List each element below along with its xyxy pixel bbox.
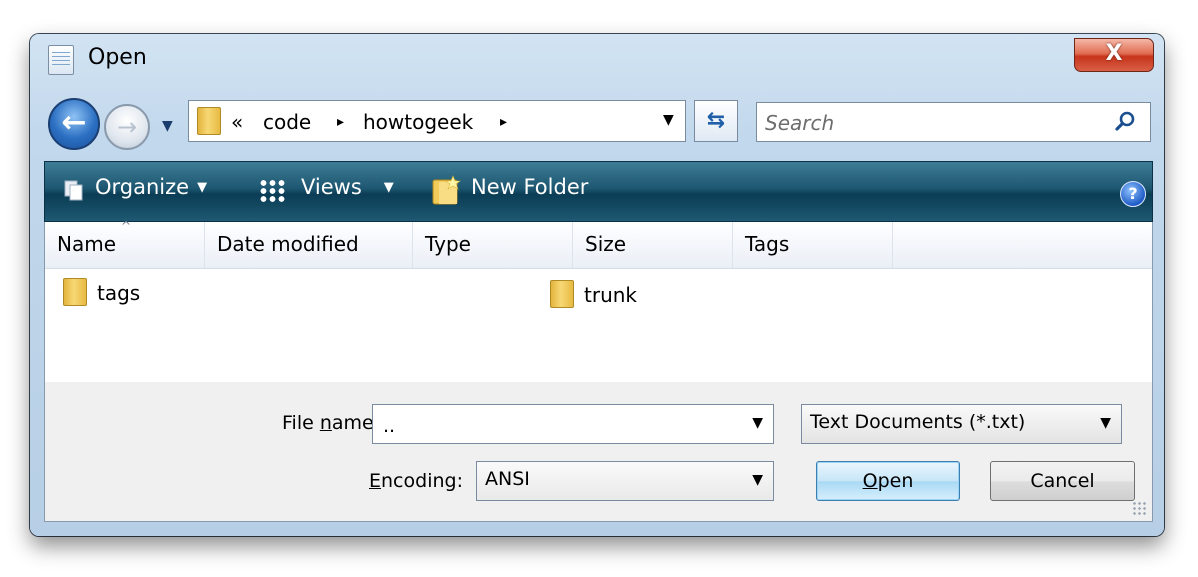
- close-button[interactable]: X: [1074, 38, 1154, 72]
- address-dropdown[interactable]: ▼: [663, 112, 674, 128]
- search-box: [756, 102, 1151, 142]
- breadcrumb-separator[interactable]: ▸: [500, 114, 507, 130]
- open-dialog: Open X ← → ▼ « code ▸ howtogeek ▸ ▼ ⇆ Or…: [30, 34, 1164, 536]
- folder-icon: [197, 107, 221, 135]
- file-name-label: File name:: [282, 412, 381, 434]
- views-label: Views: [301, 175, 362, 199]
- column-date-modified[interactable]: Date modified: [205, 222, 413, 268]
- encoding-dropdown-icon: ▼: [752, 472, 763, 488]
- file-list[interactable]: Name ^ Date modified Type Size Tags tags…: [44, 219, 1153, 382]
- views-icon: [259, 179, 285, 203]
- help-icon[interactable]: ?: [1120, 181, 1146, 207]
- encoding-label: Encoding:: [369, 470, 463, 492]
- encoding-select[interactable]: ANSI ▼: [476, 461, 774, 501]
- breadcrumb-howtogeek[interactable]: howtogeek: [363, 110, 473, 134]
- breadcrumb-overflow[interactable]: «: [231, 110, 243, 134]
- open-button[interactable]: Open: [816, 461, 960, 501]
- folder-icon: [550, 280, 574, 308]
- folder-icon: [63, 278, 87, 306]
- search-input[interactable]: [763, 107, 1107, 139]
- sort-ascending-icon: ^: [121, 219, 132, 233]
- file-type-select[interactable]: Text Documents (*.txt) ▼: [801, 404, 1122, 444]
- column-type[interactable]: Type: [413, 222, 573, 268]
- back-button[interactable]: ←: [48, 98, 100, 150]
- views-menu[interactable]: Views ▼: [301, 175, 394, 199]
- search-icon[interactable]: [1115, 110, 1137, 132]
- column-tags[interactable]: Tags: [733, 222, 893, 268]
- views-arrow-icon: ▼: [383, 180, 394, 195]
- bottom-panel: File name: ▼ Text Documents (*.txt) ▼ En…: [44, 382, 1153, 522]
- notepad-icon: [48, 45, 74, 75]
- organize-label: Organize: [95, 175, 190, 199]
- organize-icon: [64, 180, 83, 201]
- command-toolbar: Organize ▼ Views ▼ New Folder ?: [44, 161, 1153, 222]
- new-folder-icon: [432, 175, 461, 205]
- new-folder-button[interactable]: New Folder: [471, 175, 588, 199]
- recent-pages-dropdown[interactable]: ▼: [162, 118, 173, 134]
- file-name: tags: [97, 281, 141, 305]
- breadcrumb-separator[interactable]: ▸: [337, 114, 344, 130]
- file-name-combo: ▼: [372, 404, 774, 444]
- column-name-label: Name: [57, 232, 117, 256]
- address-bar[interactable]: « code ▸ howtogeek ▸ ▼: [188, 100, 686, 142]
- file-type-value: Text Documents (*.txt): [810, 411, 1026, 433]
- encoding-value: ANSI: [485, 468, 530, 490]
- refresh-button[interactable]: ⇆: [694, 100, 738, 142]
- file-type-dropdown-icon: ▼: [1100, 415, 1111, 431]
- forward-button[interactable]: →: [104, 104, 150, 150]
- window-title: Open: [88, 45, 147, 70]
- file-name-dropdown-icon[interactable]: ▼: [752, 415, 763, 431]
- breadcrumb-code[interactable]: code: [263, 110, 311, 134]
- file-name-input[interactable]: [381, 411, 725, 441]
- file-name: trunk: [584, 283, 637, 307]
- column-size[interactable]: Size: [573, 222, 733, 268]
- column-header-row: Name ^ Date modified Type Size Tags: [45, 219, 1152, 269]
- cancel-button[interactable]: Cancel: [990, 461, 1135, 501]
- organize-arrow-icon: ▼: [197, 180, 208, 195]
- resize-grip-icon[interactable]: [1132, 501, 1146, 515]
- organize-menu[interactable]: Organize ▼: [95, 175, 207, 199]
